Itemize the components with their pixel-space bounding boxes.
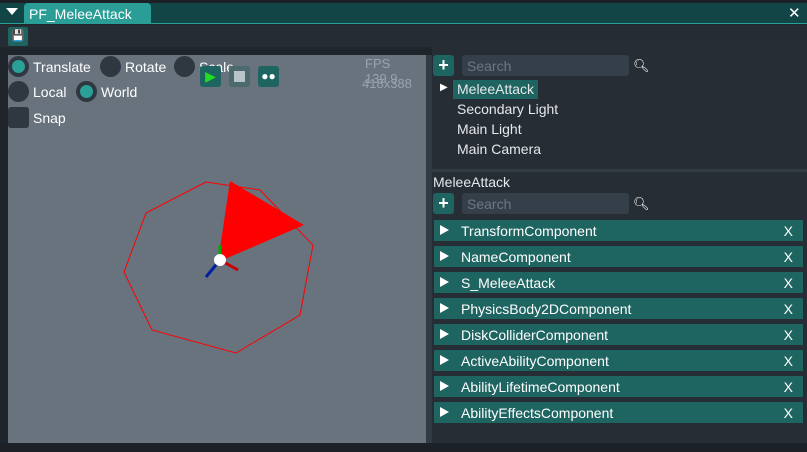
expand-arrow-icon[interactable]: ▶ <box>440 82 448 93</box>
window-menu-icon[interactable] <box>6 8 18 15</box>
remove-component-button[interactable]: X <box>784 249 793 265</box>
component-header[interactable]: S_MeleeAttack X <box>434 272 803 293</box>
add-component-button[interactable]: + <box>433 193 454 214</box>
expand-arrow-icon[interactable] <box>440 277 449 287</box>
rotate-radio[interactable] <box>100 56 121 77</box>
tab-pf-meleeattack[interactable]: PF_MeleeAttack <box>24 3 151 24</box>
scene-canvas <box>123 181 314 354</box>
save-button[interactable]: 💾 <box>8 27 28 46</box>
world-radio[interactable] <box>76 81 97 102</box>
component-header[interactable]: NameComponent X <box>434 246 803 267</box>
rotate-label: Rotate <box>125 59 167 75</box>
remove-component-button[interactable]: X <box>784 379 793 395</box>
world-label: World <box>101 84 138 100</box>
expand-arrow-icon[interactable] <box>440 381 449 391</box>
component-name: AbilityLifetimeComponent <box>461 379 620 395</box>
component-name: S_MeleeAttack <box>461 275 556 291</box>
bottom-bar <box>0 443 807 452</box>
component-name: ActiveAbilityComponent <box>461 353 609 369</box>
add-entity-button[interactable]: + <box>433 55 454 76</box>
save-icon: 💾 <box>11 30 25 42</box>
panel-divider[interactable] <box>432 169 807 172</box>
close-button[interactable]: ✕ <box>788 4 801 22</box>
expand-arrow-icon[interactable] <box>440 329 449 339</box>
translate-radio[interactable] <box>8 56 29 77</box>
component-name: TransformComponent <box>461 223 597 239</box>
component-header[interactable]: PhysicsBody2DComponent X <box>434 298 803 319</box>
component-header[interactable]: AbilityLifetimeComponent X <box>434 376 803 397</box>
hierarchy-item[interactable]: Main Light <box>457 121 522 137</box>
expand-arrow-icon[interactable] <box>440 303 449 313</box>
scale-radio[interactable] <box>174 56 195 77</box>
expand-arrow-icon[interactable] <box>440 251 449 261</box>
expand-arrow-icon[interactable] <box>440 355 449 365</box>
remove-component-button[interactable]: X <box>784 223 793 239</box>
disk-collider-outline <box>123 181 314 354</box>
hierarchy-item[interactable]: MeleeAttack <box>457 81 534 97</box>
play-button[interactable]: ▶ <box>200 66 221 87</box>
attack-triangle <box>218 181 304 262</box>
gamepad-button[interactable]: ●● <box>258 66 279 87</box>
resolution-readout: 418x388 <box>362 76 412 91</box>
toolbar <box>0 25 807 47</box>
expand-arrow-icon[interactable] <box>440 407 449 417</box>
stop-button[interactable] <box>229 66 250 87</box>
translate-label: Translate <box>33 59 91 75</box>
hierarchy-item[interactable]: Main Camera <box>457 141 541 157</box>
inspector-entity-name: MeleeAttack <box>433 174 511 190</box>
component-header[interactable]: AbilityEffectsComponent X <box>434 402 803 423</box>
component-search-input[interactable] <box>462 193 629 214</box>
hierarchy-search-input[interactable] <box>462 55 629 76</box>
component-name: AbilityEffectsComponent <box>461 405 614 421</box>
snap-label: Snap <box>33 110 66 126</box>
gizmo-center <box>214 254 226 266</box>
hierarchy-item[interactable]: Secondary Light <box>457 101 558 117</box>
scene-viewport[interactable]: Translate Rotate Scale ▶ ●● FPS 139.9 41… <box>8 55 426 443</box>
component-header[interactable]: DiskColliderComponent X <box>434 324 803 345</box>
remove-component-button[interactable]: X <box>784 301 793 317</box>
search-icon: 🔍︎ <box>633 196 650 211</box>
search-icon: 🔍︎ <box>633 58 650 73</box>
snap-checkbox[interactable] <box>8 107 29 128</box>
remove-component-button[interactable]: X <box>784 275 793 291</box>
component-name: PhysicsBody2DComponent <box>461 301 632 317</box>
component-header[interactable]: ActiveAbilityComponent X <box>434 350 803 371</box>
local-radio[interactable] <box>8 81 29 102</box>
component-header[interactable]: TransformComponent X <box>434 220 803 241</box>
component-name: NameComponent <box>461 249 571 265</box>
component-name: DiskColliderComponent <box>461 327 609 343</box>
expand-arrow-icon[interactable] <box>440 225 449 235</box>
local-label: Local <box>33 84 67 100</box>
stop-icon <box>234 71 245 82</box>
remove-component-button[interactable]: X <box>784 327 793 343</box>
remove-component-button[interactable]: X <box>784 405 793 421</box>
gamepad-icon: ●● <box>261 69 276 83</box>
remove-component-button[interactable]: X <box>784 353 793 369</box>
